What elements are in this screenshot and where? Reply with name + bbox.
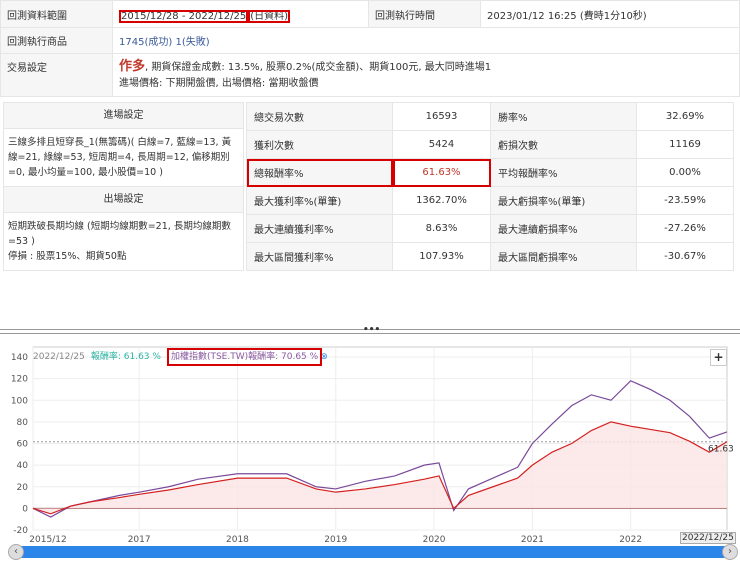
stats-row: 總報酬率% 61.63% 平均報酬率% 0.00%	[246, 158, 734, 187]
end-date-tag: 2022/12/25	[680, 532, 736, 544]
stat-value: -23.59%	[636, 186, 734, 215]
y-tick-label: 140	[11, 353, 28, 363]
stat-value: 11169	[636, 130, 734, 159]
chart-legend: 2022/12/25 報酬率: 61.63 % 加權指數(TSE.TW)報酬率: 7…	[33, 348, 328, 366]
stat-value: -27.26%	[636, 214, 734, 243]
stat-label: 最大虧損率%(單筆)	[490, 186, 637, 215]
stat-label: 總交易次數	[246, 102, 393, 131]
stat-value: 8.63%	[392, 214, 491, 243]
y-tick-label: 100	[11, 396, 28, 406]
range-type: (日資料)	[248, 9, 291, 23]
x-tick-label: 2017	[128, 535, 151, 545]
time-value: 2023/01/12 16:25 (費時1分10秒)	[480, 0, 740, 28]
trade-direction: 作多	[119, 58, 146, 74]
trade-line2: 進場價格: 下期開盤價, 出場價格: 當期收盤價	[119, 77, 319, 89]
time-label: 回測執行時間	[368, 0, 481, 28]
y-tick-label: -20	[13, 526, 28, 536]
settings-panel: 進場設定 三線多排且短穿長_1(無籌碼)( 白線=7, 藍線=13, 黃線=21…	[3, 102, 244, 271]
stat-value: 61.63%	[392, 158, 491, 187]
x-tick-label: 2022	[619, 535, 642, 545]
exit-header: 出場設定	[4, 187, 243, 213]
stat-label: 總報酬率%	[246, 158, 393, 187]
entry-header: 進場設定	[4, 103, 243, 129]
stat-label: 平均報酬率%	[490, 158, 637, 187]
y-tick-label: 40	[17, 461, 29, 471]
stats-table: 總交易次數 16593 勝率% 32.69% 獲利次數 5424 虧損次數 11169 總報酬率…	[246, 102, 734, 271]
products-label: 回測執行商品	[0, 27, 113, 54]
x-tick-label: 2019	[324, 535, 347, 545]
stats-row: 最大區間獲利率% 107.93% 最大區間虧損率% -30.67%	[246, 242, 734, 271]
range-value: 2015/12/28 - 2022/12/25	[119, 9, 249, 23]
legend-close-icon[interactable]: ⊗	[320, 352, 328, 362]
stat-label: 獲利次數	[246, 130, 393, 159]
y-tick-label: 60	[17, 440, 29, 450]
stat-value: 5424	[392, 130, 491, 159]
y-tick-label: 0	[22, 504, 28, 514]
x-tick-label: 2018	[226, 535, 249, 545]
range-label: 回測資料範圍	[0, 0, 113, 28]
x-tick-label: 2015/12	[29, 535, 66, 545]
stat-label: 勝率%	[490, 102, 637, 131]
legend-index[interactable]: 加權指數(TSE.TW)報酬率: 70.65 %	[166, 348, 323, 366]
stat-value: 1362.70%	[392, 186, 491, 215]
y-tick-label: 120	[11, 375, 28, 385]
summary-table: 回測資料範圍 2015/12/28 - 2022/12/25 (日資料) 回測執行…	[0, 0, 740, 97]
stats-row: 最大連續獲利率% 8.63% 最大連續虧損率% -27.26%	[246, 214, 734, 243]
stat-label: 虧損次數	[490, 130, 637, 159]
entry-body: 三線多排且短穿長_1(無籌碼)( 白線=7, 藍線=13, 黃線=21, 綠線=…	[4, 129, 243, 187]
products-success-link[interactable]: 1745(成功)	[119, 37, 172, 48]
navigator-scrollbar[interactable]	[14, 546, 730, 558]
stats-row: 最大獲利率%(單筆) 1362.70% 最大虧損率%(單筆) -23.59%	[246, 186, 734, 215]
x-tick-label: 2020	[423, 535, 446, 545]
trade-label: 交易設定	[0, 53, 113, 97]
stat-value: 32.69%	[636, 102, 734, 131]
x-tick-label: 2021	[521, 535, 544, 545]
scroll-left-button[interactable]: ‹	[8, 544, 24, 560]
products-fail-link[interactable]: 1(失敗)	[175, 37, 209, 48]
stat-value: -30.67%	[636, 242, 734, 271]
stat-label: 最大區間獲利率%	[246, 242, 393, 271]
last-value-label: 61.63	[708, 445, 734, 455]
stat-label: 最大區間虧損率%	[490, 242, 637, 271]
stat-label: 最大連續虧損率%	[490, 214, 637, 243]
zoom-button[interactable]: +	[710, 349, 727, 366]
stat-value: 107.93%	[392, 242, 491, 271]
returns-chart: -20 0 20 40 60 80 100 120 140 2015/12 2017 2018 2019…	[11, 346, 734, 545]
legend-strategy[interactable]: 報酬率: 61.63 %	[91, 352, 161, 362]
stats-row: 總交易次數 16593 勝率% 32.69%	[246, 102, 734, 131]
stat-label: 最大獲利率%(單筆)	[246, 186, 393, 215]
legend-date: 2022/12/25	[33, 352, 85, 362]
exit-body: 短期跌破長期均線 (短期均線期數=21, 長期均線期數=53 )	[8, 221, 231, 247]
stat-label: 最大連續獲利率%	[246, 214, 393, 243]
stat-value: 16593	[392, 102, 491, 131]
stat-value: 0.00%	[636, 158, 734, 187]
divider-handle[interactable]: •••	[363, 325, 380, 335]
y-tick-label: 80	[17, 418, 29, 428]
y-tick-label: 20	[17, 483, 29, 493]
stats-row: 獲利次數 5424 虧損次數 11169	[246, 130, 734, 159]
trade-line1: , 期貨保證金成數: 13.5%, 股票0.2%(成交金額)、期貨100元, 最…	[145, 61, 492, 73]
scroll-right-button[interactable]: ›	[722, 544, 738, 560]
exit-stop: 停損 : 股票15%、期貨50點	[8, 251, 127, 262]
